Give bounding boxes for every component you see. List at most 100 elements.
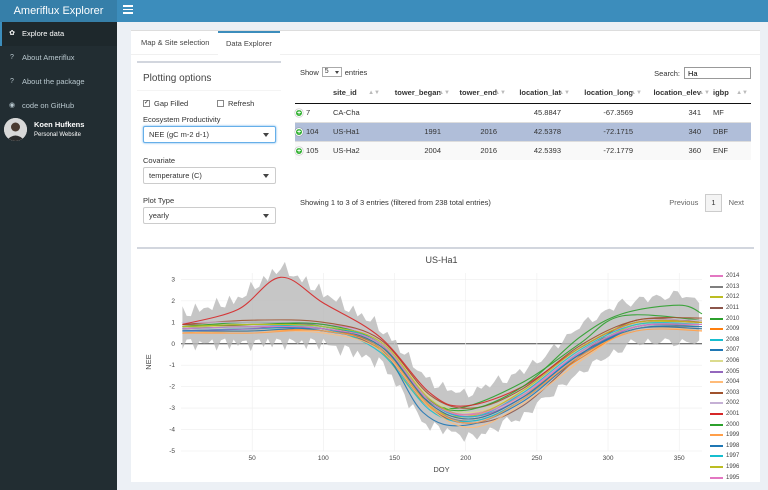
legend-swatch [710, 465, 723, 468]
divider [137, 90, 281, 91]
legend-item-2011[interactable]: 2011 [710, 303, 752, 314]
legend-swatch [710, 455, 723, 458]
nee-chart[interactable]: US-Ha1 3 2 1 0 -1 -2 -3 -4 -5 50 100 150 200 250 300 350… [137, 249, 754, 481]
legend-label: 1997 [726, 453, 740, 460]
sidebar-item-github[interactable]: ◉ code on GitHub [0, 94, 117, 118]
legend-item-2005[interactable]: 2005 [710, 366, 752, 377]
personal-website-link[interactable]: Personal Website [34, 132, 81, 138]
legend-item-2009[interactable]: 2009 [710, 324, 752, 335]
legend-item-2013[interactable]: 2013 [710, 282, 752, 293]
cell-site-id: CA-Cha [333, 102, 383, 122]
sort-icon: ▲▼ [736, 90, 748, 96]
legend-swatch [710, 381, 723, 384]
y-tick-label: 2 [171, 298, 175, 305]
refresh-checkbox[interactable]: Refresh [217, 99, 254, 108]
plot-type-label: Plot Type [143, 196, 175, 205]
cell-location-lat: 42.5393 [509, 140, 573, 160]
length-control: Show 5 entries [300, 67, 367, 77]
expand-row-icon[interactable]: + [295, 128, 303, 136]
github-icon: ◉ [8, 102, 16, 109]
legend-item-2007[interactable]: 2007 [710, 345, 752, 356]
legend-item-2006[interactable]: 2006 [710, 356, 752, 367]
cell-tower-end: 2016 [453, 121, 509, 141]
legend-swatch [710, 444, 723, 447]
covariate-select[interactable]: temperature (C) [143, 167, 276, 184]
column-header-location-lat[interactable]: location_lat ▲▼ [509, 83, 573, 104]
legend-item-1996[interactable]: 1996 [710, 462, 752, 473]
legend-item-1998[interactable]: 1998 [710, 441, 752, 452]
legend-item-2014[interactable]: 2014 [710, 271, 752, 282]
sidebar-toggle-icon[interactable] [123, 5, 133, 15]
sidebar-item-about-ameriflux[interactable]: ? About Ameriflux [0, 46, 117, 70]
tab-data-explorer[interactable]: Data Explorer [218, 31, 280, 55]
legend-item-2003[interactable]: 2003 [710, 388, 752, 399]
cell-tower-began: 2004 [383, 140, 453, 160]
page-1-button[interactable]: 1 [705, 194, 722, 212]
table-row-selected[interactable]: +104 US-Ha1 1991 2016 42.5378 -72.1715 3… [295, 121, 751, 141]
y-tick-label: -5 [169, 448, 175, 455]
legend-swatch [710, 402, 723, 405]
plotting-options-title: Plotting options [143, 73, 212, 84]
legend-item-2012[interactable]: 2012 [710, 292, 752, 303]
legend-swatch [710, 370, 723, 373]
legend-swatch [710, 476, 723, 479]
legend-label: 1999 [726, 432, 740, 439]
column-header-tower-began[interactable]: tower_began ▲▼ [383, 83, 453, 104]
legend-item-2001[interactable]: 2001 [710, 409, 752, 420]
legend-item-2004[interactable]: 2004 [710, 377, 752, 388]
x-tick-label: 350 [674, 455, 685, 462]
question-icon: ? [10, 54, 14, 61]
legend-item-2008[interactable]: 2008 [710, 335, 752, 346]
x-axis-label: DOY [433, 465, 449, 474]
legend-label: 2013 [726, 283, 740, 290]
legend-item-1999[interactable]: 1999 [710, 430, 752, 441]
next-page-button[interactable]: Next [722, 195, 751, 211]
productivity-select[interactable]: NEE (gC m-2 d-1) [143, 126, 276, 143]
legend-item-1995[interactable]: 1995 [710, 472, 752, 479]
checkbox-empty-icon [217, 100, 224, 107]
table-row[interactable]: +105 US-Ha2 2004 2016 42.5393 -72.1779 3… [295, 140, 751, 160]
legend-item-2010[interactable]: 2010 [710, 313, 752, 324]
column-header-site-id[interactable]: site_id ▲▼ [333, 83, 383, 104]
table-row[interactable]: +7 CA-Cha 45.8847 -67.3569 341 MF [295, 102, 751, 122]
legend-item-2002[interactable]: 2002 [710, 398, 752, 409]
legend-swatch [710, 391, 723, 394]
cell-tower-began: 1991 [383, 121, 453, 141]
refresh-label: Refresh [228, 99, 255, 108]
column-header-location-elev[interactable]: location_elev ▲▼ [645, 83, 713, 104]
cell-location-elev: 340 [645, 121, 713, 141]
productivity-label: Ecosystem Productivity [143, 115, 221, 124]
plot-type-select[interactable]: yearly [143, 207, 276, 224]
covariate-label: Covariate [143, 156, 176, 165]
expand-row-icon[interactable]: + [295, 109, 303, 117]
legend-label: 2005 [726, 368, 740, 375]
column-header-location-long[interactable]: location_long ▲▼ [573, 83, 645, 104]
cell-igbp: DBF [713, 121, 751, 141]
sort-icon: ▲▼ [494, 90, 506, 96]
legend-label: 2009 [726, 326, 740, 333]
legend-label: 2003 [726, 389, 740, 396]
tab-map-site-selection[interactable]: Map & Site selection [133, 31, 217, 55]
sidebar-item-label: Explore data [22, 29, 65, 38]
cell-igbp: MF [713, 102, 751, 122]
search-input[interactable] [684, 67, 751, 79]
legend-item-1997[interactable]: 1997 [710, 451, 752, 462]
legend-swatch [710, 317, 723, 320]
entries-label: entries [344, 67, 368, 77]
cell-location-lat: 45.8847 [509, 102, 573, 122]
site-table: site_id ▲▼ tower_began ▲▼ tower_end ▲▼ loca… [295, 83, 751, 160]
gap-filled-checkbox[interactable]: ✓ Gap Filled [143, 99, 188, 108]
column-header-tower-end[interactable]: tower_end ▲▼ [453, 83, 509, 104]
page-length-select[interactable]: 5 [321, 67, 342, 77]
legend-item-2000[interactable]: 2000 [710, 419, 752, 430]
chevron-down-icon [263, 174, 269, 178]
previous-page-button[interactable]: Previous [662, 195, 705, 211]
y-tick-label: 0 [171, 341, 175, 348]
sidebar-item-about-package[interactable]: ? About the package [0, 70, 117, 94]
cell-site-id: US-Ha1 [333, 121, 383, 141]
expand-row-icon[interactable]: + [295, 147, 303, 156]
y-tick-label: -4 [169, 427, 175, 434]
sidebar-item-explore-data[interactable]: ✿ Explore data [0, 22, 117, 46]
column-header-igbp[interactable]: igbp ▲▼ [713, 83, 751, 104]
sidebar-item-label: About Ameriflux [22, 53, 75, 62]
